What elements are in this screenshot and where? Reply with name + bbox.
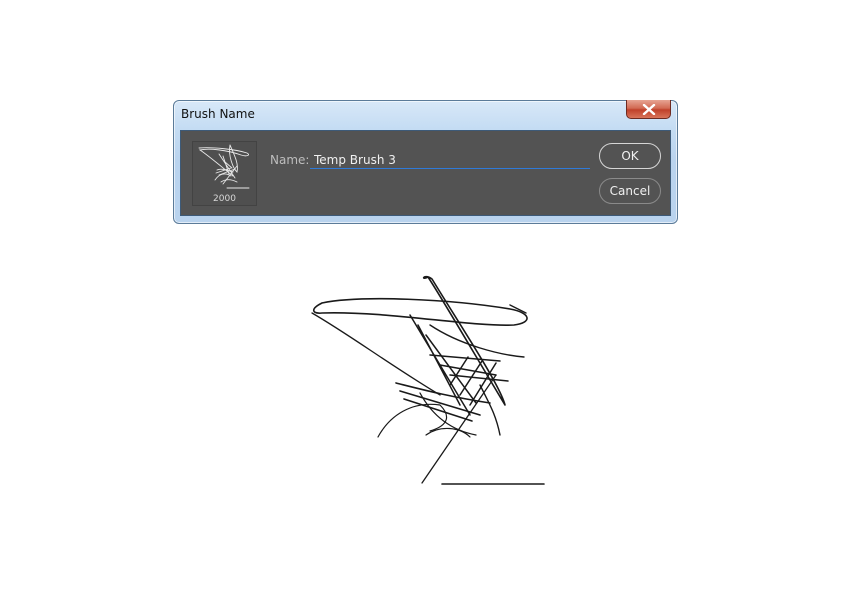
brush-name-input[interactable] xyxy=(310,149,590,169)
cancel-button[interactable]: Cancel xyxy=(599,178,661,204)
dialog-title: Brush Name xyxy=(181,107,255,121)
workspace: Brush Name 2000 Name: Temp Brush 3 OK Ca… xyxy=(0,0,850,591)
brush-name-dialog: Brush Name 2000 Name: Temp Brush 3 OK Ca… xyxy=(173,100,678,224)
brush-preview-image xyxy=(311,275,545,485)
brush-thumbnail: 2000 xyxy=(192,141,257,206)
dialog-body: 2000 Name: OK Cancel xyxy=(180,130,671,216)
dialog-titlebar[interactable]: Brush Name xyxy=(174,100,677,129)
close-icon xyxy=(642,103,655,115)
name-label: Name: xyxy=(270,153,310,167)
close-button[interactable] xyxy=(626,100,671,119)
brush-stroke-icon xyxy=(198,144,250,189)
ok-button[interactable]: OK xyxy=(599,143,661,169)
brush-size-caption: 2000 xyxy=(213,194,236,204)
